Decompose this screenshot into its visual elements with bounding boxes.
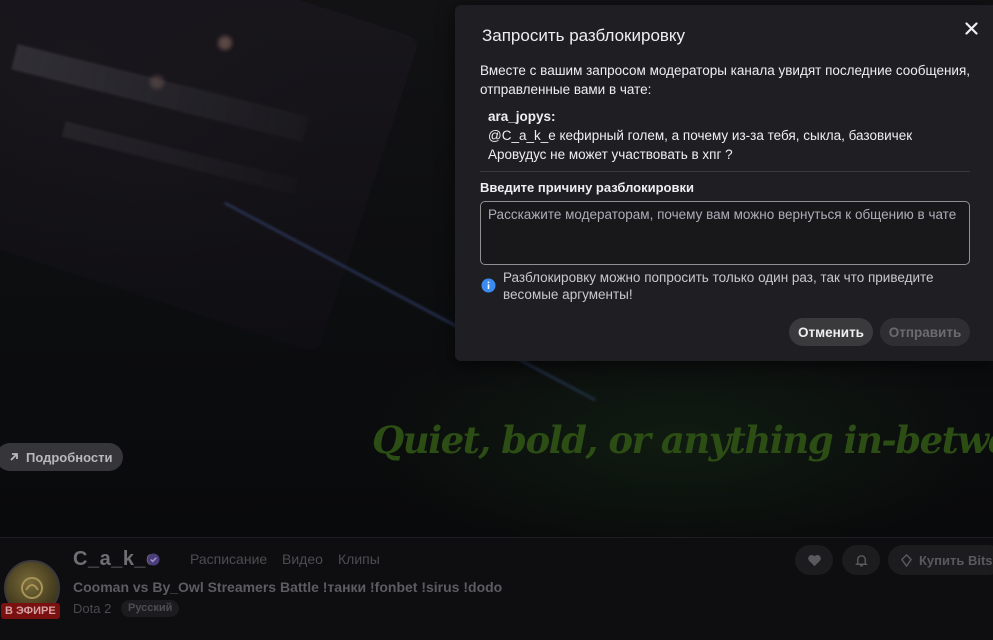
video-scene-shape [0,0,420,353]
nav-link-videos[interactable]: Видео [282,551,323,567]
info-text: Разблокировку можно попросить только оди… [503,270,934,302]
heart-icon [807,554,821,566]
stream-title: Cooman vs By_Owl Streamers Battle !танки… [73,579,503,595]
video-scene-light [218,36,232,50]
buy-bits-button[interactable]: Купить Bits [888,545,993,575]
bell-icon [854,554,868,566]
message-username: ara_jopys: [488,109,556,124]
avatar-logo-icon [21,577,43,599]
reason-textarea[interactable] [480,201,970,265]
live-badge: В ЭФИРЕ [1,603,60,619]
recent-message: ara_jopys: @C_a_k_e кефирный голем, а по… [488,107,958,164]
nav-link-schedule[interactable]: Расписание [190,551,267,567]
cancel-button[interactable]: Отменить [789,318,873,346]
reason-label: Введите причину разблокировки [480,180,694,195]
details-label: Подробности [26,449,113,465]
follow-button[interactable] [795,545,833,575]
info-icon [481,278,496,293]
modal-title: Запросить разблокировку [482,26,686,45]
nav-link-clips[interactable]: Клипы [338,551,380,567]
message-text: @C_a_k_e кефирный голем, а почему из-за … [488,128,913,162]
close-icon [964,21,978,35]
details-button[interactable]: Подробности [0,443,123,471]
buy-bits-label: Купить Bits [919,552,993,568]
verified-badge-icon [147,553,160,566]
arrow-up-right-icon [10,453,18,461]
video-scene-light [150,75,164,89]
info-note: Разблокировку можно попросить только оди… [481,269,951,303]
send-button[interactable]: Отправить [880,318,970,346]
ad-tagline: Quiet, bold, or anything in-between. [372,418,993,462]
close-button[interactable] [961,18,981,38]
language-tag[interactable]: Русский [121,600,180,617]
bits-icon [900,553,913,567]
stream-category[interactable]: Dota 2 [73,601,111,616]
channel-name[interactable]: C_a_k_e [73,548,158,571]
modal-intro-text: Вместе с вашим запросом модераторы канал… [480,63,971,97]
notifications-button[interactable] [842,545,880,575]
divider [480,171,970,172]
unban-request-modal: Запросить разблокировку Вместе с вашим з… [455,5,993,361]
